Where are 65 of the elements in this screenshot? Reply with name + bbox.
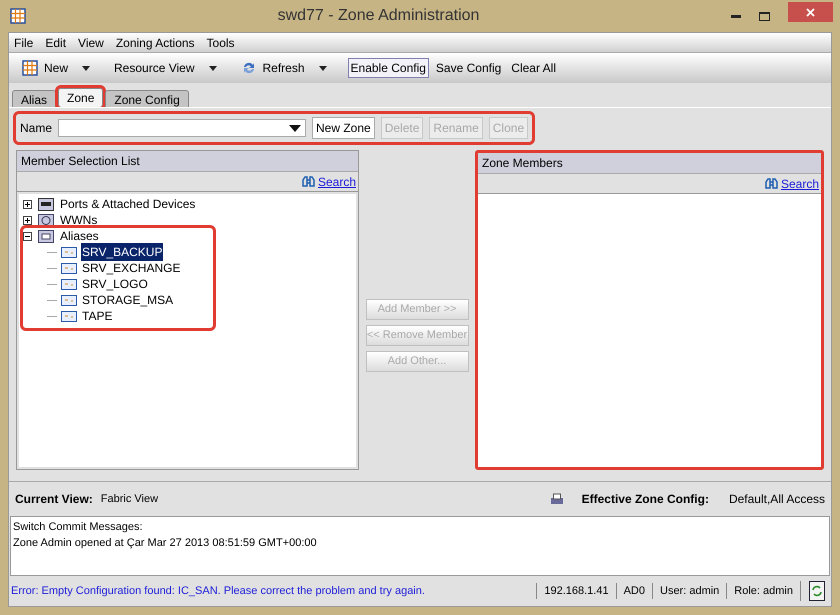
field-value: Default,All Access xyxy=(728,491,825,508)
alias-icon xyxy=(61,294,77,306)
binoculars-icon xyxy=(764,178,778,189)
window-title: swd77 - Zone Administration xyxy=(276,6,480,26)
caret-icon xyxy=(82,66,90,70)
tree-item[interactable]: SRV_EXCHANGE xyxy=(81,259,182,277)
collapse-icon[interactable] xyxy=(23,232,32,240)
alias-icon xyxy=(61,246,77,258)
device-icon xyxy=(38,198,54,210)
tree-item[interactable]: TAPE xyxy=(81,307,114,325)
close-icon xyxy=(806,8,815,16)
caret-icon xyxy=(289,124,302,132)
panel-header: Zone Members xyxy=(478,153,821,174)
menu-item[interactable]: Edit xyxy=(45,34,66,52)
refresh-icon[interactable] xyxy=(809,581,825,601)
globe-icon xyxy=(38,214,54,226)
field-label: Effective Zone Config: xyxy=(582,491,709,508)
caret-icon xyxy=(318,66,327,70)
tab[interactable]: Alias xyxy=(12,90,56,107)
tab[interactable]: Zone Config xyxy=(105,90,189,107)
toolbar-dropdown[interactable]: Refresh xyxy=(238,56,330,80)
alias-icon xyxy=(61,278,77,290)
message-line: Switch Commit Messages: xyxy=(13,520,144,535)
grid-icon xyxy=(10,8,26,24)
status-field: Role: admin xyxy=(726,582,800,600)
toolbar-button[interactable]: Save Config xyxy=(432,58,504,78)
tab[interactable]: Zone xyxy=(58,88,104,107)
expand-icon[interactable] xyxy=(23,200,32,208)
alias-icon xyxy=(61,310,77,322)
printer-icon[interactable] xyxy=(550,492,564,506)
binoculars-icon xyxy=(302,176,315,187)
toolbar-dropdown[interactable]: New xyxy=(19,56,94,80)
field-label: Current View: xyxy=(15,491,93,508)
tree-item[interactable]: SRV_BACKUP xyxy=(81,243,164,261)
menu-item[interactable]: Tools xyxy=(206,34,235,52)
tree-item[interactable]: STORAGE_MSA xyxy=(81,291,174,309)
search-link[interactable]: Search xyxy=(318,172,356,190)
tree-item[interactable]: Ports & Attached Devices xyxy=(60,195,196,213)
panel-header: Member Selection List xyxy=(17,151,358,172)
menu-item[interactable]: File xyxy=(14,34,34,52)
toolbar-dropdown[interactable]: Resource View xyxy=(111,56,220,80)
alias-icon xyxy=(38,230,54,242)
minimize-icon[interactable] xyxy=(731,14,741,18)
menu-item[interactable]: View xyxy=(78,34,104,52)
alias-icon xyxy=(61,262,77,274)
status-field: 192.168.1.41 xyxy=(536,582,616,600)
status-field: User: admin xyxy=(652,582,726,600)
tree-item[interactable]: WWNs xyxy=(60,211,98,229)
message-line: Zone Admin opened at Çar Mar 27 2013 08:51:59 GMT+00:00 xyxy=(13,536,318,551)
menu-item[interactable]: Zoning Actions xyxy=(116,34,195,52)
grid-icon xyxy=(22,60,38,76)
caret-icon xyxy=(208,66,216,70)
toolbar-button[interactable]: Clear All xyxy=(508,58,559,78)
maximize-icon[interactable] xyxy=(759,12,770,20)
status-field: AD0 xyxy=(616,582,652,600)
action-button[interactable]: New Zone xyxy=(312,117,375,139)
field-label: Name xyxy=(20,120,52,137)
search-link[interactable]: Search xyxy=(780,174,819,192)
toolbar-button[interactable]: Enable Config xyxy=(348,58,429,78)
error-message: Error: Empty Configuration found: IC_SAN. Please correct the problem and try again. xyxy=(11,584,426,599)
tree-item[interactable]: SRV_LOGO xyxy=(81,275,149,293)
field-value: Fabric View xyxy=(100,492,158,507)
tree-item[interactable]: Aliases xyxy=(60,227,99,245)
close-button[interactable] xyxy=(788,2,833,22)
expand-icon[interactable] xyxy=(23,216,32,224)
